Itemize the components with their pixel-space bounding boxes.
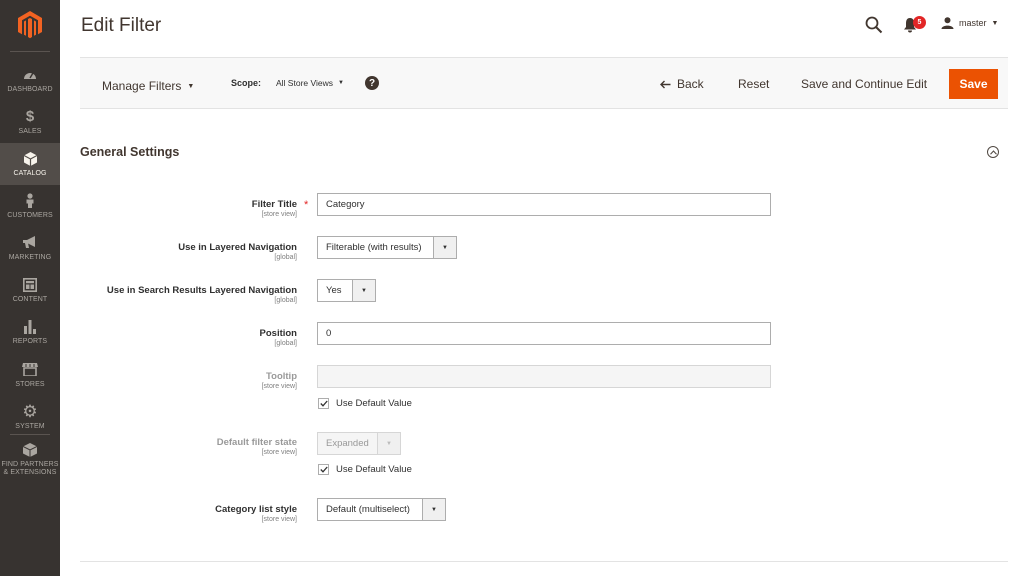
sidebar-item-label: SYSTEM	[15, 422, 45, 430]
manage-filters-label: Manage Filters	[102, 79, 182, 93]
chevron-down-icon: ▼	[377, 433, 400, 454]
sidebar-item-label: MARKETING	[8, 253, 52, 261]
back-button[interactable]: Back	[660, 77, 704, 91]
default-state-value: Expanded	[326, 438, 369, 449]
arrow-left-icon	[660, 80, 671, 88]
search-layered-nav-value: Yes	[326, 285, 342, 296]
scope-switcher[interactable]: All Store Views ▼	[276, 78, 344, 88]
category-list-style-select[interactable]: Default (multiselect) ▼	[317, 498, 446, 521]
use-default-label: Use Default Value	[336, 464, 412, 475]
layered-nav-value: Filterable (with results)	[326, 242, 422, 253]
page-title: Edit Filter	[81, 15, 162, 36]
sidebar-divider	[10, 434, 50, 435]
manage-filters-dropdown[interactable]: Manage Filters ▼	[102, 79, 194, 93]
sidebar-item-label: CUSTOMERS	[7, 211, 53, 219]
layout-icon	[22, 277, 38, 293]
scope-value: All Store Views	[276, 78, 334, 88]
default-state-select: Expanded ▼	[317, 432, 401, 455]
chevron-down-icon: ▼	[991, 19, 999, 27]
cube-icon	[22, 151, 38, 167]
filter-title-label: Filter Title	[251, 199, 297, 210]
magento-logo-icon	[18, 11, 42, 39]
filter-title-input[interactable]: Category	[317, 193, 771, 216]
back-button-label: Back	[677, 77, 704, 91]
search-layered-nav-select[interactable]: Yes ▼	[317, 279, 376, 302]
checkbox-checked-icon	[318, 464, 329, 475]
required-asterisk: *	[304, 199, 309, 211]
sidebar-item-find-partners[interactable]: FIND PARTNERS & EXTENSIONS	[0, 439, 60, 479]
admin-sidebar: DASHBOARD $ SALES CATALOG CUSTOMERS MARK…	[0, 0, 60, 576]
sidebar-item-label: DASHBOARD	[7, 85, 53, 93]
help-icon[interactable]: ?	[365, 76, 379, 90]
tooltip-input	[317, 365, 771, 388]
user-icon	[941, 17, 954, 29]
person-icon	[22, 193, 38, 209]
sidebar-item-sales[interactable]: $ SALES	[0, 101, 60, 143]
save-and-continue-label: Save and Continue Edit	[801, 77, 928, 91]
search-icon[interactable]	[865, 16, 883, 34]
sidebar-item-stores[interactable]: STORES	[0, 354, 60, 396]
megaphone-icon	[22, 235, 38, 251]
dashboard-icon	[22, 67, 38, 83]
chevron-down-icon: ▼	[187, 82, 195, 90]
layered-nav-select[interactable]: Filterable (with results) ▼	[317, 236, 457, 259]
user-menu[interactable]: master ▼	[941, 17, 998, 29]
sidebar-item-marketing[interactable]: MARKETING	[0, 227, 60, 269]
default-state-use-default-checkbox[interactable]: Use Default Value	[318, 464, 412, 475]
tooltip-scope: [store view]	[261, 383, 297, 390]
default-state-scope: [store view]	[261, 449, 297, 456]
chevron-down-icon: ▼	[338, 80, 344, 86]
chevron-down-icon: ▼	[433, 237, 456, 258]
sidebar-item-label: STORES	[15, 380, 45, 388]
category-list-style-label: Category list style	[215, 504, 297, 515]
layered-nav-scope: [global]	[274, 254, 297, 261]
username: master	[959, 18, 987, 28]
page-actions-bar: Manage Filters ▼ Scope: All Store Views …	[80, 57, 1008, 109]
sidebar-item-label: FIND PARTNERS	[1, 460, 59, 468]
chevron-down-icon: ▼	[422, 499, 445, 520]
chevron-down-icon: ▼	[352, 280, 375, 301]
category-list-style-scope: [store view]	[261, 516, 297, 523]
position-label: Position	[259, 328, 297, 339]
notification-count-badge[interactable]: 5	[913, 16, 926, 29]
sidebar-item-label: CONTENT	[12, 295, 48, 303]
tooltip-label: Tooltip	[266, 371, 297, 382]
scope-label: Scope:	[231, 78, 262, 88]
layered-nav-label: Use in Layered Navigation	[178, 242, 297, 253]
gear-icon: ⚙	[22, 401, 38, 421]
sidebar-item-dashboard[interactable]: DASHBOARD	[0, 59, 60, 101]
sidebar-item-label: SALES	[18, 127, 42, 135]
use-default-label: Use Default Value	[336, 398, 412, 409]
sidebar-item-content[interactable]: CONTENT	[0, 269, 60, 311]
sidebar-item-label: REPORTS	[12, 337, 48, 345]
section-divider	[80, 561, 1008, 562]
sidebar-item-label: CATALOG	[13, 169, 47, 177]
sidebar-item-customers[interactable]: CUSTOMERS	[0, 185, 60, 227]
search-layered-nav-scope: [global]	[274, 297, 297, 304]
bar-chart-icon	[22, 319, 38, 335]
tooltip-use-default-checkbox[interactable]: Use Default Value	[318, 398, 412, 409]
magento-logo[interactable]	[0, 0, 60, 50]
sidebar-divider	[10, 51, 50, 52]
filter-title-scope: [store view]	[261, 211, 297, 218]
sidebar-item-catalog[interactable]: CATALOG	[0, 143, 60, 185]
sidebar-item-label: & EXTENSIONS	[3, 468, 57, 476]
section-title[interactable]: General Settings	[80, 145, 179, 159]
category-list-style-value: Default (multiselect)	[326, 504, 410, 515]
position-scope: [global]	[274, 340, 297, 347]
reset-button[interactable]: Reset	[738, 77, 769, 91]
sidebar-item-reports[interactable]: REPORTS	[0, 311, 60, 353]
checkbox-checked-icon	[318, 398, 329, 409]
save-button[interactable]: Save	[949, 69, 998, 99]
default-state-label: Default filter state	[216, 437, 297, 448]
save-and-continue-button[interactable]: Save and Continue Edit	[801, 77, 927, 91]
search-layered-nav-label: Use in Search Results Layered Navigation	[106, 285, 297, 296]
store-icon	[22, 362, 38, 378]
dollar-icon: $	[25, 108, 35, 125]
collapse-chevron-up-icon[interactable]	[987, 146, 999, 158]
sidebar-item-system[interactable]: ⚙ SYSTEM	[0, 396, 60, 438]
box-icon	[22, 442, 38, 458]
position-input[interactable]: 0	[317, 322, 771, 345]
reset-button-label: Reset	[738, 77, 770, 91]
